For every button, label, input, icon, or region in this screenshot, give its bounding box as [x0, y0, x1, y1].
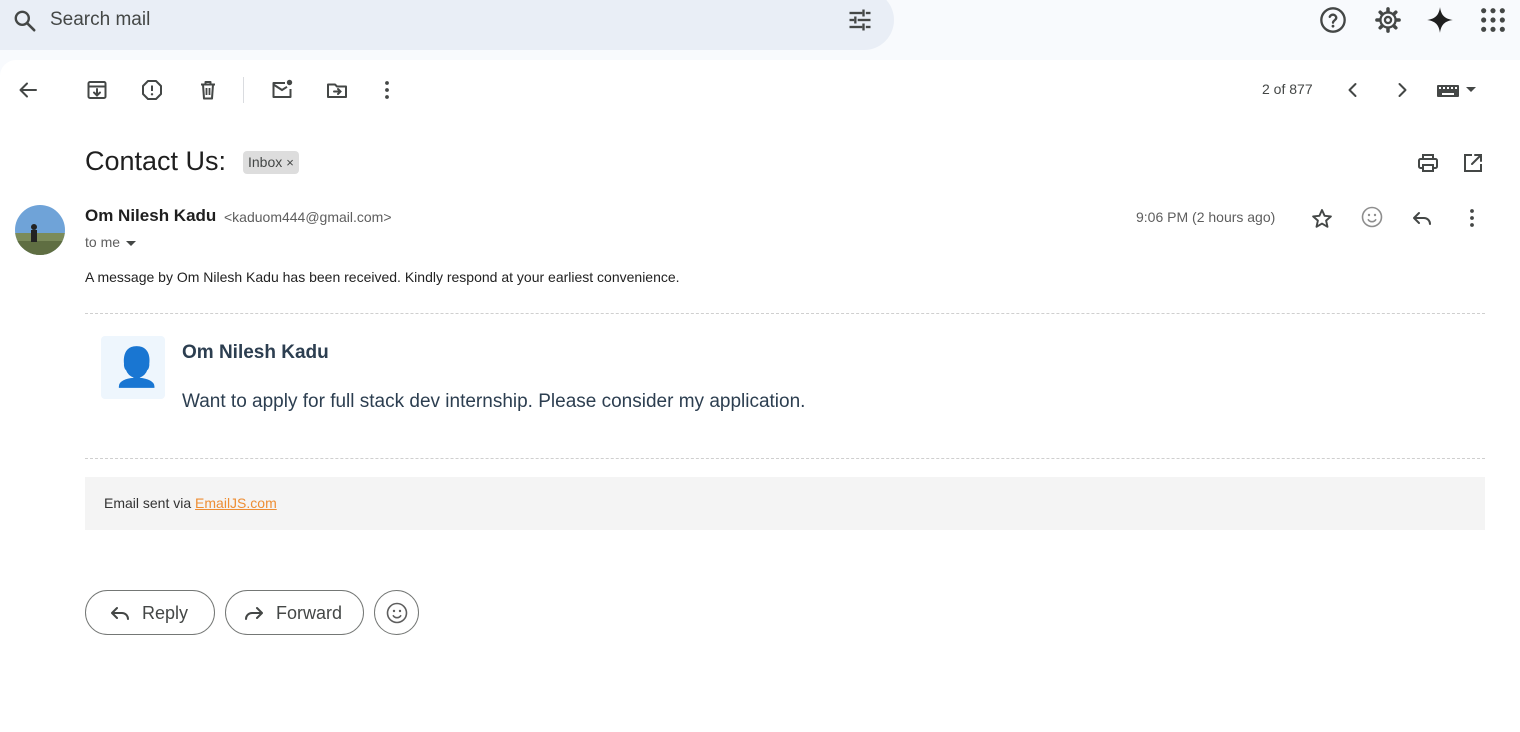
help-icon[interactable] — [1319, 6, 1347, 34]
delete-icon[interactable] — [196, 78, 220, 102]
reply-icon[interactable] — [1410, 206, 1434, 230]
tune-icon[interactable] — [846, 6, 874, 34]
print-icon[interactable] — [1416, 151, 1440, 175]
emoji-icon — [385, 601, 409, 630]
message-counter: 2 of 877 — [1262, 81, 1313, 97]
forward-button[interactable]: Forward — [225, 590, 364, 635]
inbox-label-chip[interactable]: Inbox × — [243, 151, 299, 174]
toolbar-divider — [243, 77, 244, 103]
contact-avatar: 👤 — [101, 336, 165, 399]
settings-icon[interactable] — [1374, 6, 1402, 34]
sender-email: <kaduom444@gmail.com> — [224, 209, 392, 225]
reply-icon — [108, 601, 132, 630]
sender-avatar[interactable] — [15, 205, 65, 255]
forward-icon — [242, 601, 266, 630]
star-icon[interactable] — [1310, 207, 1334, 231]
search-input[interactable]: Search mail — [50, 9, 150, 31]
search-icon[interactable] — [12, 8, 38, 34]
contact-message: Want to apply for full stack dev interns… — [182, 391, 806, 412]
recipient-text: to me — [85, 234, 121, 250]
mark-unread-icon[interactable] — [270, 78, 294, 102]
emoji-icon[interactable] — [1360, 205, 1384, 229]
reply-label: Reply — [142, 603, 189, 623]
top-bar: Search mail — [0, 0, 1520, 60]
contact-name: Om Nilesh Kadu — [182, 342, 329, 363]
divider — [85, 458, 1485, 459]
recipients-toggle[interactable]: to me — [85, 234, 137, 250]
sender-name[interactable]: Om Nilesh Kadu — [85, 206, 216, 226]
emailjs-link[interactable]: EmailJS.com — [195, 495, 277, 511]
forward-label: Forward — [276, 603, 343, 623]
chevron-down-icon[interactable] — [126, 240, 137, 246]
report-spam-icon[interactable] — [140, 78, 164, 102]
back-icon[interactable] — [16, 78, 40, 102]
open-new-window-icon[interactable] — [1461, 151, 1485, 175]
remove-label-icon[interactable]: × — [286, 155, 294, 170]
search-bar[interactable]: Search mail — [0, 0, 894, 50]
divider — [85, 313, 1485, 314]
prev-icon[interactable] — [1341, 78, 1365, 102]
move-to-icon[interactable] — [325, 78, 349, 102]
email-footer: Email sent via EmailJS.com — [85, 477, 1485, 530]
more-icon[interactable] — [1460, 206, 1484, 230]
emoji-reaction-button[interactable] — [374, 590, 419, 635]
email-timestamp: 9:06 PM (2 hours ago) — [1136, 209, 1276, 225]
keyboard-icon[interactable] — [1436, 78, 1480, 102]
next-icon[interactable] — [1390, 78, 1414, 102]
reply-button[interactable]: Reply — [85, 590, 215, 635]
apps-icon[interactable] — [1479, 6, 1507, 34]
person-icon: 👤 — [113, 347, 161, 389]
archive-icon[interactable] — [85, 78, 109, 102]
gemini-icon[interactable] — [1426, 6, 1454, 34]
email-subject: Contact Us: — [85, 146, 227, 176]
email-intro-text: A message by Om Nilesh Kadu has been rec… — [85, 269, 680, 285]
label-name: Inbox — [248, 154, 283, 170]
footer-prefix: Email sent via — [104, 495, 196, 511]
footer-text: Email sent via EmailJS.com — [104, 495, 277, 511]
more-icon[interactable] — [375, 78, 399, 102]
message-view: 2 of 877 Contact Us: Inbox × Om Nilesh Ka… — [0, 60, 1520, 732]
